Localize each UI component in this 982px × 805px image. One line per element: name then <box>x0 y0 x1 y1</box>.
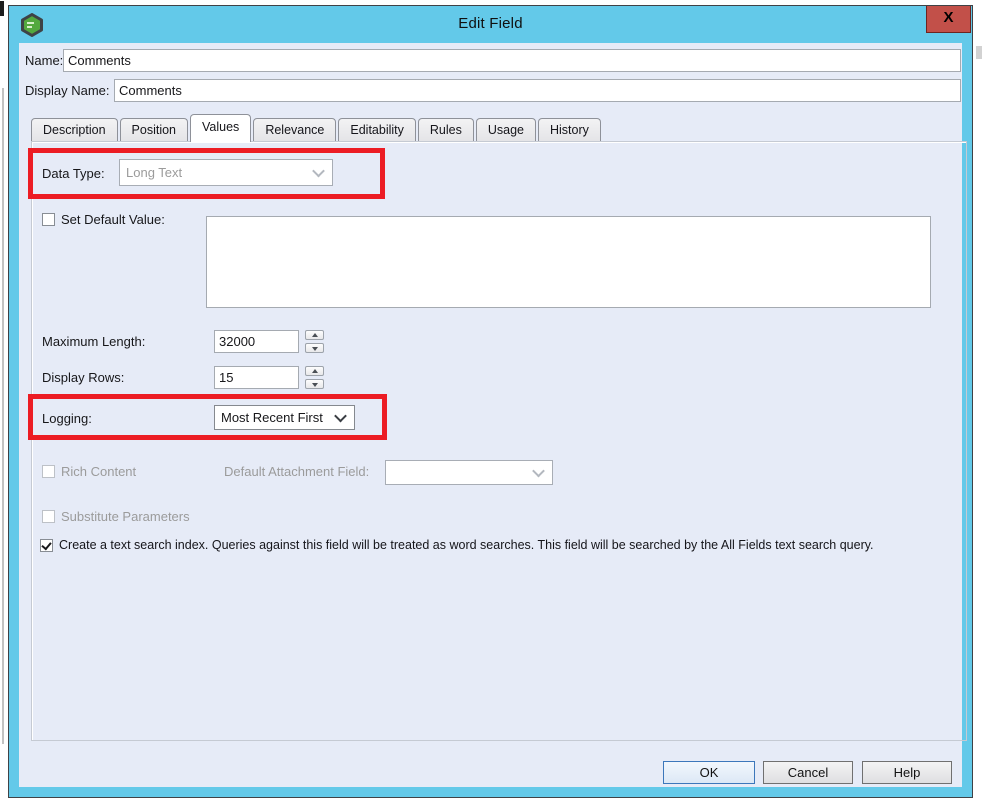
dialog-content: Name: Display Name: Description Position… <box>19 43 962 787</box>
name-input[interactable] <box>63 49 961 72</box>
spin-down-button[interactable] <box>305 343 324 353</box>
edit-field-dialog: Edit Field X Name: Display Name: Descrip… <box>8 5 973 798</box>
text-search-index-checkbox[interactable] <box>40 539 53 552</box>
tab-rules[interactable]: Rules <box>418 118 474 141</box>
rich-content-checkbox <box>42 465 55 478</box>
spin-down-button[interactable] <box>305 379 324 389</box>
spin-up-button[interactable] <box>305 366 324 376</box>
close-button[interactable]: X <box>926 6 971 33</box>
display-rows-label: Display Rows: <box>42 370 124 385</box>
data-type-label: Data Type: <box>42 166 105 181</box>
logging-dropdown[interactable]: Most Recent First <box>214 405 355 430</box>
maximum-length-label: Maximum Length: <box>42 334 145 349</box>
default-attachment-field-label: Default Attachment Field: <box>224 464 369 479</box>
tab-position[interactable]: Position <box>120 118 188 141</box>
set-default-value-label: Set Default Value: <box>61 212 165 227</box>
tab-usage[interactable]: Usage <box>476 118 536 141</box>
rich-content-label: Rich Content <box>61 464 136 479</box>
data-type-dropdown: Long Text <box>119 159 333 186</box>
display-name-label: Display Name: <box>25 83 110 98</box>
logging-label: Logging: <box>42 411 92 426</box>
tab-history[interactable]: History <box>538 118 601 141</box>
display-rows-input[interactable] <box>214 366 299 389</box>
tab-description[interactable]: Description <box>31 118 118 141</box>
maximum-length-spinner <box>305 330 324 353</box>
data-type-value: Long Text <box>126 165 182 180</box>
tab-strip: Description Position Values Relevance Ed… <box>31 113 603 141</box>
help-button[interactable]: Help <box>862 761 952 784</box>
cancel-button[interactable]: Cancel <box>763 761 853 784</box>
tab-editability[interactable]: Editability <box>338 118 416 141</box>
chevron-down-icon <box>312 164 325 177</box>
text-search-index-label: Create a text search index. Queries agai… <box>59 537 921 554</box>
tab-values[interactable]: Values <box>190 114 251 142</box>
substitute-parameters-label: Substitute Parameters <box>61 509 190 524</box>
tab-relevance[interactable]: Relevance <box>253 118 336 141</box>
name-label: Name: <box>25 53 63 68</box>
maximum-length-input[interactable] <box>214 330 299 353</box>
spin-up-button[interactable] <box>305 330 324 340</box>
values-tab-panel: Data Type: Long Text Set Default Value: … <box>31 141 967 741</box>
default-attachment-field-dropdown <box>385 460 553 485</box>
substitute-parameters-checkbox <box>42 510 55 523</box>
background-window-edge-right <box>976 46 982 59</box>
title-bar[interactable]: Edit Field X <box>9 6 972 43</box>
dialog-title: Edit Field <box>9 15 972 32</box>
display-name-input[interactable] <box>114 79 961 102</box>
background-window-edge <box>2 88 4 744</box>
logging-value: Most Recent First <box>221 410 323 425</box>
default-value-textarea[interactable] <box>206 216 931 308</box>
set-default-value-checkbox[interactable] <box>42 213 55 226</box>
background-text-fragment <box>0 1 4 16</box>
ok-button[interactable]: OK <box>663 761 755 784</box>
display-rows-spinner <box>305 366 324 389</box>
chevron-down-icon <box>334 409 347 422</box>
chevron-down-icon <box>532 464 545 477</box>
